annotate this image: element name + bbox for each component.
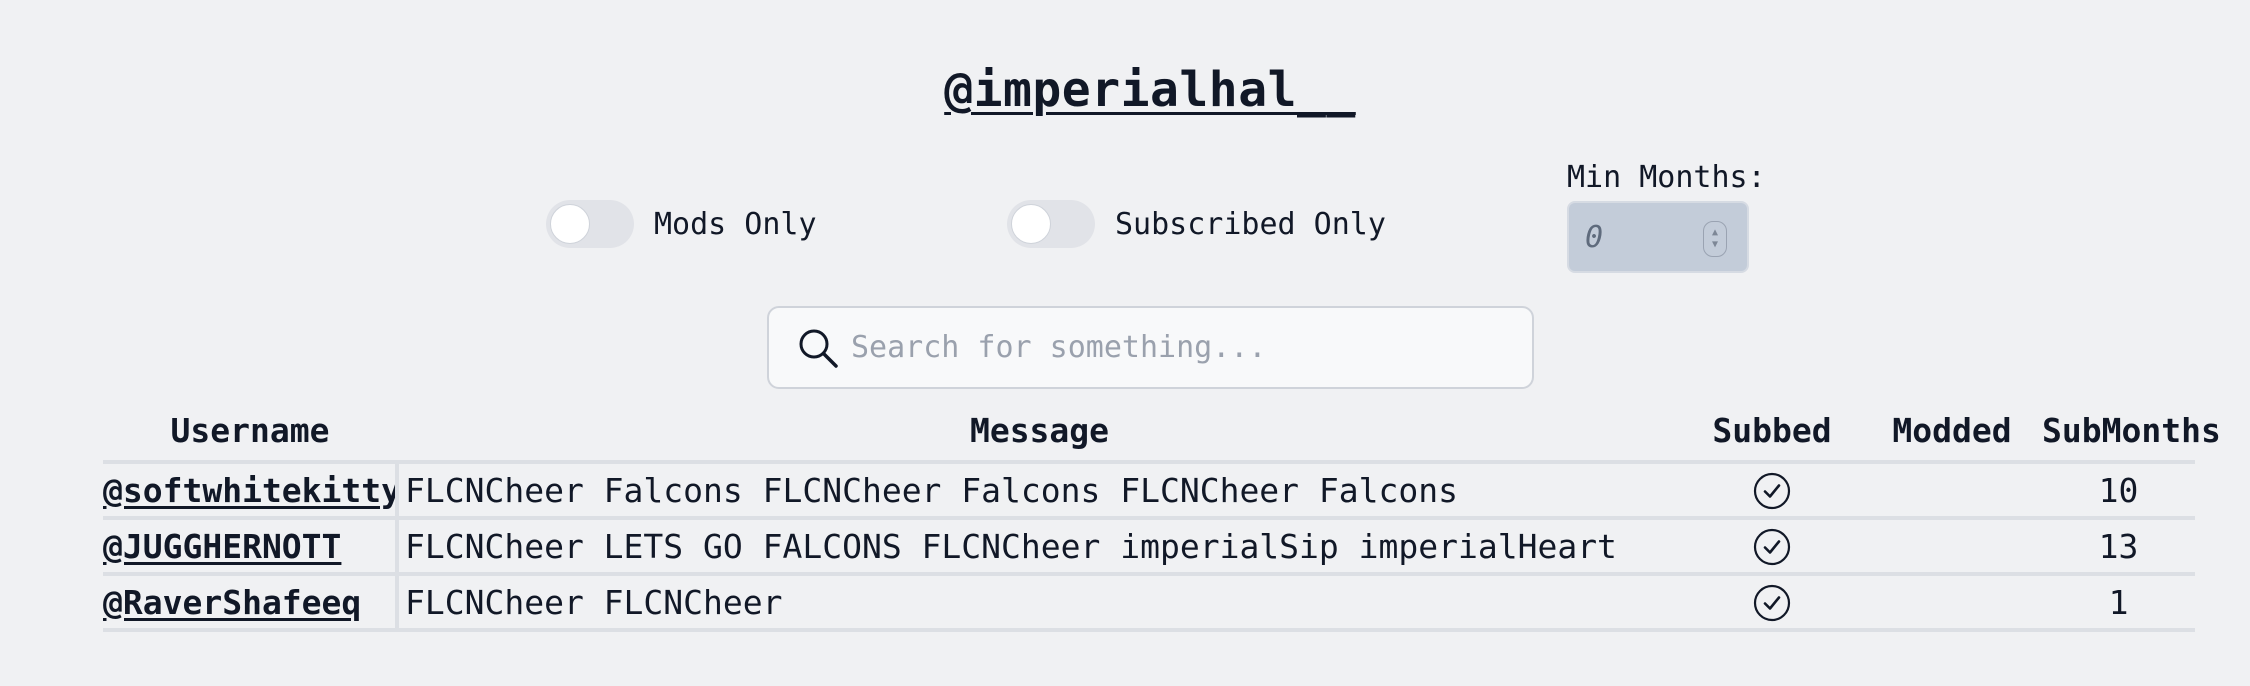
table-row: @JUGGHERNOTT FLCNCheer LETS GO FALCONS F… — [103, 518, 2195, 576]
subscribed-only-toggle-group: Subscribed Only — [1007, 200, 1386, 248]
mods-only-toggle[interactable] — [546, 200, 634, 248]
column-header-message[interactable]: Message — [397, 400, 1682, 464]
min-months-input[interactable]: 0 ▲ ▼ — [1567, 201, 1749, 273]
toggle-knob — [1011, 204, 1051, 244]
column-header-subbed[interactable]: Subbed — [1682, 400, 1862, 464]
submonths-value: 1 — [2042, 574, 2195, 632]
search-box[interactable] — [767, 306, 1534, 389]
username-link[interactable]: @RaverShafeeq — [103, 574, 399, 632]
stepper-arrows-icon[interactable]: ▲ ▼ — [1703, 221, 1727, 257]
check-circle-icon — [1753, 473, 1791, 510]
messages-table: Username Message Subbed Modded SubMonths… — [103, 400, 2221, 632]
table-header-row: Username Message Subbed Modded SubMonths — [103, 400, 2221, 464]
submonths-value: 10 — [2042, 462, 2195, 520]
message-text: FLCNCheer LETS GO FALCONS FLCNCheer impe… — [397, 518, 1682, 576]
table-row: @softwhitekitty FLCNCheer Falcons FLCNCh… — [103, 462, 2195, 520]
subscribed-only-toggle[interactable] — [1007, 200, 1095, 248]
column-header-modded[interactable]: Modded — [1862, 400, 2042, 464]
subbed-cell — [1682, 518, 1862, 576]
username-link[interactable]: @softwhitekitty — [103, 462, 399, 520]
search-icon — [799, 329, 838, 368]
subbed-cell — [1682, 462, 1862, 520]
check-circle-icon — [1753, 585, 1791, 622]
message-text: FLCNCheer Falcons FLCNCheer Falcons FLCN… — [397, 462, 1682, 520]
username-link[interactable]: @JUGGHERNOTT — [103, 518, 399, 576]
message-text: FLCNCheer FLCNCheer — [397, 574, 1682, 632]
modded-cell — [1862, 574, 2042, 632]
table-row: @RaverShafeeq FLCNCheer FLCNCheer 1 — [103, 574, 2195, 632]
modded-cell — [1862, 462, 2042, 520]
modded-cell — [1862, 518, 2042, 576]
toggle-knob — [550, 204, 590, 244]
min-months-filter: Min Months: 0 ▲ ▼ — [1567, 160, 1766, 273]
submonths-value: 13 — [2042, 518, 2195, 576]
search-input[interactable] — [849, 329, 1493, 366]
column-header-submonths[interactable]: SubMonths — [2042, 400, 2221, 464]
mods-only-toggle-group: Mods Only — [546, 200, 817, 248]
subbed-cell — [1682, 574, 1862, 632]
page-title[interactable]: @imperialhal__ — [0, 62, 2250, 118]
subscribed-only-label: Subscribed Only — [1115, 206, 1386, 242]
check-circle-icon — [1753, 529, 1791, 566]
column-header-username[interactable]: Username — [103, 400, 397, 464]
mods-only-label: Mods Only — [654, 206, 817, 242]
min-months-label: Min Months: — [1567, 160, 1766, 195]
min-months-value: 0 — [1585, 219, 1604, 255]
